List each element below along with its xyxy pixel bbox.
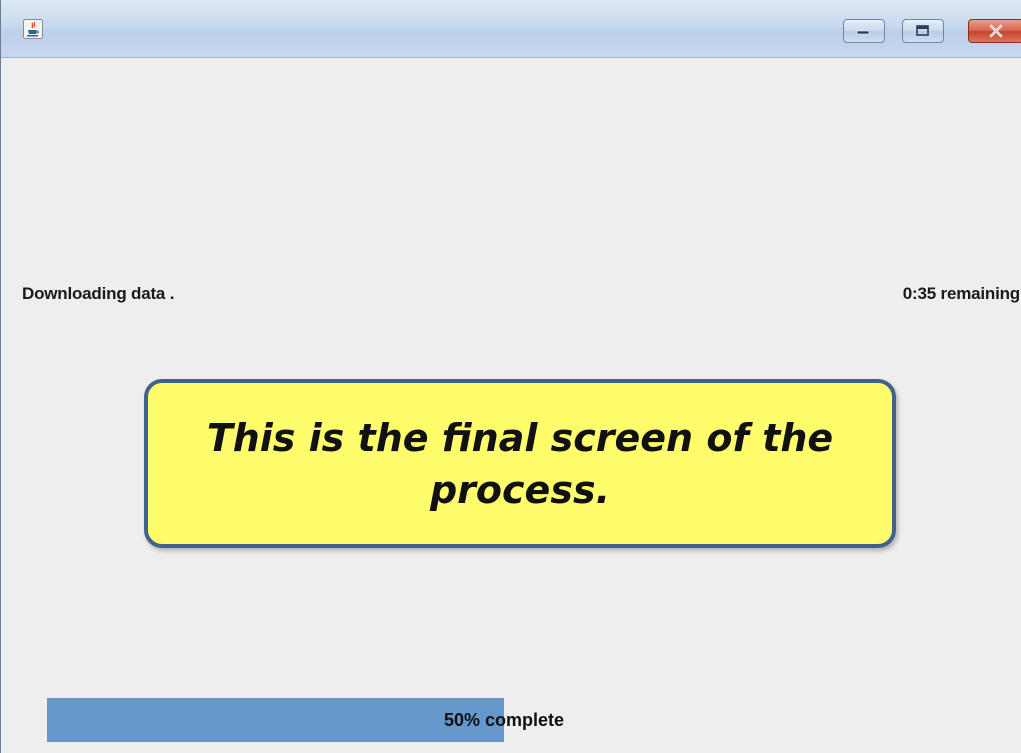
callout-text: This is the final screen of the process. bbox=[206, 415, 834, 512]
java-coffee-icon[interactable] bbox=[23, 19, 43, 39]
close-button[interactable] bbox=[968, 19, 1021, 43]
minimize-icon bbox=[856, 30, 870, 35]
task-status-label: Downloading data . bbox=[22, 284, 175, 303]
annotation-callout: This is the final screen of the process. bbox=[144, 379, 896, 548]
time-remaining-label: 0:35 remaining bbox=[902, 284, 1020, 303]
content-panel: Downloading data . 0:35 remaining This i… bbox=[1, 58, 1021, 753]
title-bar[interactable] bbox=[1, 0, 1021, 58]
minimize-button[interactable] bbox=[843, 19, 885, 43]
maximize-icon bbox=[916, 25, 929, 36]
maximize-button[interactable] bbox=[902, 19, 944, 43]
application-window: Downloading data . 0:35 remaining This i… bbox=[0, 0, 1021, 753]
progress-label: 50% complete bbox=[443, 710, 565, 730]
close-icon bbox=[989, 24, 1003, 38]
progress-bar: 50% complete bbox=[47, 698, 1011, 742]
